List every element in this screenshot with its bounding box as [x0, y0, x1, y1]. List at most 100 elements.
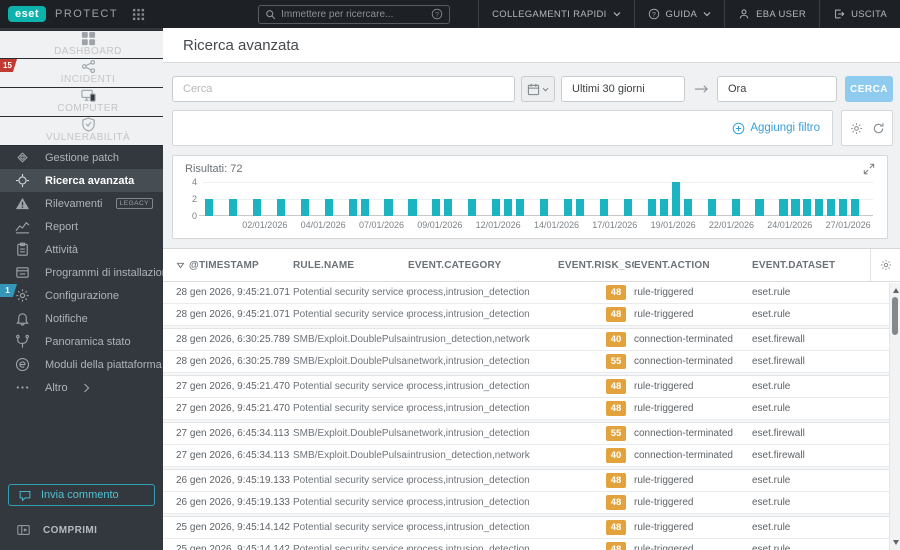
chart-bar[interactable]	[731, 199, 740, 216]
chart-bar[interactable]	[228, 199, 237, 216]
global-search-input[interactable]	[281, 8, 427, 20]
sidebar-item-notifiche[interactable]: Notifiche	[0, 307, 163, 330]
chart-bar[interactable]	[599, 199, 609, 216]
chart-bar[interactable]	[432, 199, 441, 216]
query-search-input[interactable]	[172, 76, 515, 102]
chart-bar[interactable]	[647, 199, 656, 216]
chart-bar[interactable]	[851, 199, 860, 216]
sidebar-item-panoramica-stato[interactable]: Panoramica stato	[0, 330, 163, 353]
refresh-icon[interactable]	[872, 122, 885, 135]
chevron-down-icon	[613, 11, 621, 17]
sidebar-item-attivita[interactable]: Attività	[0, 238, 163, 261]
scroll-down-arrow[interactable]	[892, 540, 899, 545]
sidebar-item-moduli-della-piattaforma[interactable]: Moduli della piattaforma	[0, 353, 163, 376]
cell-rule_name: Potential security service disco...	[293, 522, 408, 533]
chart-bar[interactable]	[492, 199, 501, 216]
chart-bar[interactable]	[623, 199, 632, 216]
scroll-up-arrow[interactable]	[892, 288, 899, 293]
gear-icon[interactable]	[850, 122, 863, 135]
date-to-input[interactable]	[717, 76, 837, 102]
user-icon	[738, 8, 750, 20]
column-header-event_risk_score[interactable]: EVENT.RISK_SCORE	[558, 260, 634, 271]
chart-bar[interactable]	[276, 199, 285, 216]
chart-bar[interactable]	[563, 199, 573, 216]
cell-event_dataset: eset.rule	[752, 309, 791, 320]
vertical-scrollbar[interactable]	[889, 283, 900, 550]
table-row[interactable]: 27 gen 2026, 9:45:21.470 Potential securi…	[163, 398, 889, 420]
sidebar-item-vulnerabilita[interactable]: VULNERABILITÀ	[0, 117, 163, 146]
global-search[interactable]: ?	[258, 4, 451, 24]
chart-bar[interactable]	[779, 199, 788, 216]
table-row[interactable]: 27 gen 2026, 9:45:21.470 Potential securi…	[163, 376, 889, 398]
chart-bar[interactable]	[791, 199, 800, 216]
search-button[interactable]: CERCA	[845, 76, 893, 102]
table-row[interactable]: 28 gen 2026, 9:45:21.071 Potential securi…	[163, 282, 889, 304]
send-feedback-button[interactable]: Invia commento	[8, 484, 155, 506]
sidebar-item-dashboard[interactable]: DASHBOARD	[0, 30, 163, 59]
chart-bar[interactable]	[707, 199, 716, 216]
chart-bar[interactable]	[659, 199, 668, 216]
sidebar-item-incidenti[interactable]: 15 INCIDENTI	[0, 59, 163, 88]
table-row[interactable]: 27 gen 2026, 6:45:34.113 SMB/Exploit.Doub…	[163, 445, 889, 467]
chart-bar[interactable]	[324, 199, 333, 216]
sidebar-item-report[interactable]: Report	[0, 215, 163, 238]
svg-text:?: ?	[652, 12, 656, 19]
chart-bar[interactable]	[683, 199, 692, 216]
cell-event_risk_score: 48	[558, 379, 634, 394]
chart-bar[interactable]	[839, 199, 848, 216]
quick-links-menu[interactable]: COLLEGAMENTI RAPIDI	[478, 0, 633, 28]
chart-bar[interactable]	[204, 199, 214, 216]
date-picker-button[interactable]	[521, 76, 555, 102]
column-header-timestamp[interactable]: @TIMESTAMP	[163, 260, 293, 271]
help-circle-icon[interactable]: ?	[431, 8, 443, 20]
table-row[interactable]: 25 gen 2026, 9:45:14.142 Potential securi…	[163, 539, 889, 550]
chart-bar[interactable]	[671, 182, 680, 216]
date-from-input[interactable]	[561, 76, 685, 102]
collapse-sidebar-button[interactable]: COMPRIMI	[0, 520, 163, 540]
sidebar-item-configurazione[interactable]: 1 Configurazione	[0, 284, 163, 307]
help-menu[interactable]: ? GUIDA	[633, 0, 725, 28]
chart-bar[interactable]	[252, 199, 261, 216]
search-toolbar: CERCA	[172, 76, 893, 102]
chart-bar[interactable]	[827, 199, 836, 216]
table-row[interactable]: 28 gen 2026, 9:45:21.071 Potential securi…	[163, 304, 889, 326]
column-settings-button[interactable]	[870, 249, 900, 281]
chart-bar[interactable]	[384, 199, 393, 216]
sidebar-item-ricerca-avanzata[interactable]: Ricerca avanzata	[0, 169, 163, 192]
add-filter-button[interactable]: Aggiungi filtro	[732, 122, 820, 135]
table-row[interactable]: 27 gen 2026, 6:45:34.113 SMB/Exploit.Doub…	[163, 423, 889, 445]
sidebar-item-label: Gestione patch	[45, 151, 119, 164]
sidebar-item-rilevamenti[interactable]: Rilevamenti LEGACY	[0, 192, 163, 215]
chart-bar[interactable]	[516, 199, 525, 216]
chart-bar[interactable]	[360, 199, 369, 216]
logout-button[interactable]: USCITA	[819, 0, 900, 28]
table-row[interactable]: 26 gen 2026, 9:45:19.133 Potential securi…	[163, 470, 889, 492]
app-launcher-icon[interactable]	[132, 8, 145, 21]
chart-bar[interactable]	[408, 199, 417, 216]
expand-icon[interactable]	[863, 163, 875, 175]
chart-bar[interactable]	[300, 199, 309, 216]
table-row[interactable]: 25 gen 2026, 9:45:14.142 Potential securi…	[163, 517, 889, 539]
column-header-event_category[interactable]: EVENT.CATEGORY	[408, 260, 558, 271]
sidebar-item-programmi-di-installazione[interactable]: Programmi di installazione	[0, 261, 174, 284]
table-row[interactable]: 28 gen 2026, 6:30:25.789 SMB/Exploit.Doub…	[163, 351, 889, 373]
chart-bar[interactable]	[755, 199, 764, 216]
scrollbar-thumb[interactable]	[892, 297, 898, 335]
chart-bar[interactable]	[575, 199, 585, 216]
sidebar-item-gestione-patch[interactable]: Gestione patch	[0, 146, 163, 169]
column-header-event_action[interactable]: EVENT.ACTION	[634, 260, 752, 271]
user-menu[interactable]: EBA USER	[724, 0, 819, 28]
sidebar-item-altro[interactable]: Altro	[0, 376, 163, 399]
table-row[interactable]: 28 gen 2026, 6:30:25.789 SMB/Exploit.Doub…	[163, 329, 889, 351]
chart-bar[interactable]	[348, 199, 357, 216]
chart-bar[interactable]	[540, 199, 549, 216]
sidebar-item-computer[interactable]: COMPUTER	[0, 88, 163, 117]
chart-bar[interactable]	[468, 199, 477, 216]
table-row[interactable]: 26 gen 2026, 9:45:19.133 Potential securi…	[163, 492, 889, 514]
column-header-rule_name[interactable]: RULE.NAME	[293, 260, 408, 271]
chart-bar[interactable]	[815, 199, 824, 216]
column-header-event_dataset[interactable]: EVENT.DATASET	[752, 260, 870, 271]
chart-bar[interactable]	[444, 199, 453, 216]
chart-bar[interactable]	[504, 199, 513, 216]
chart-bar[interactable]	[803, 199, 812, 216]
